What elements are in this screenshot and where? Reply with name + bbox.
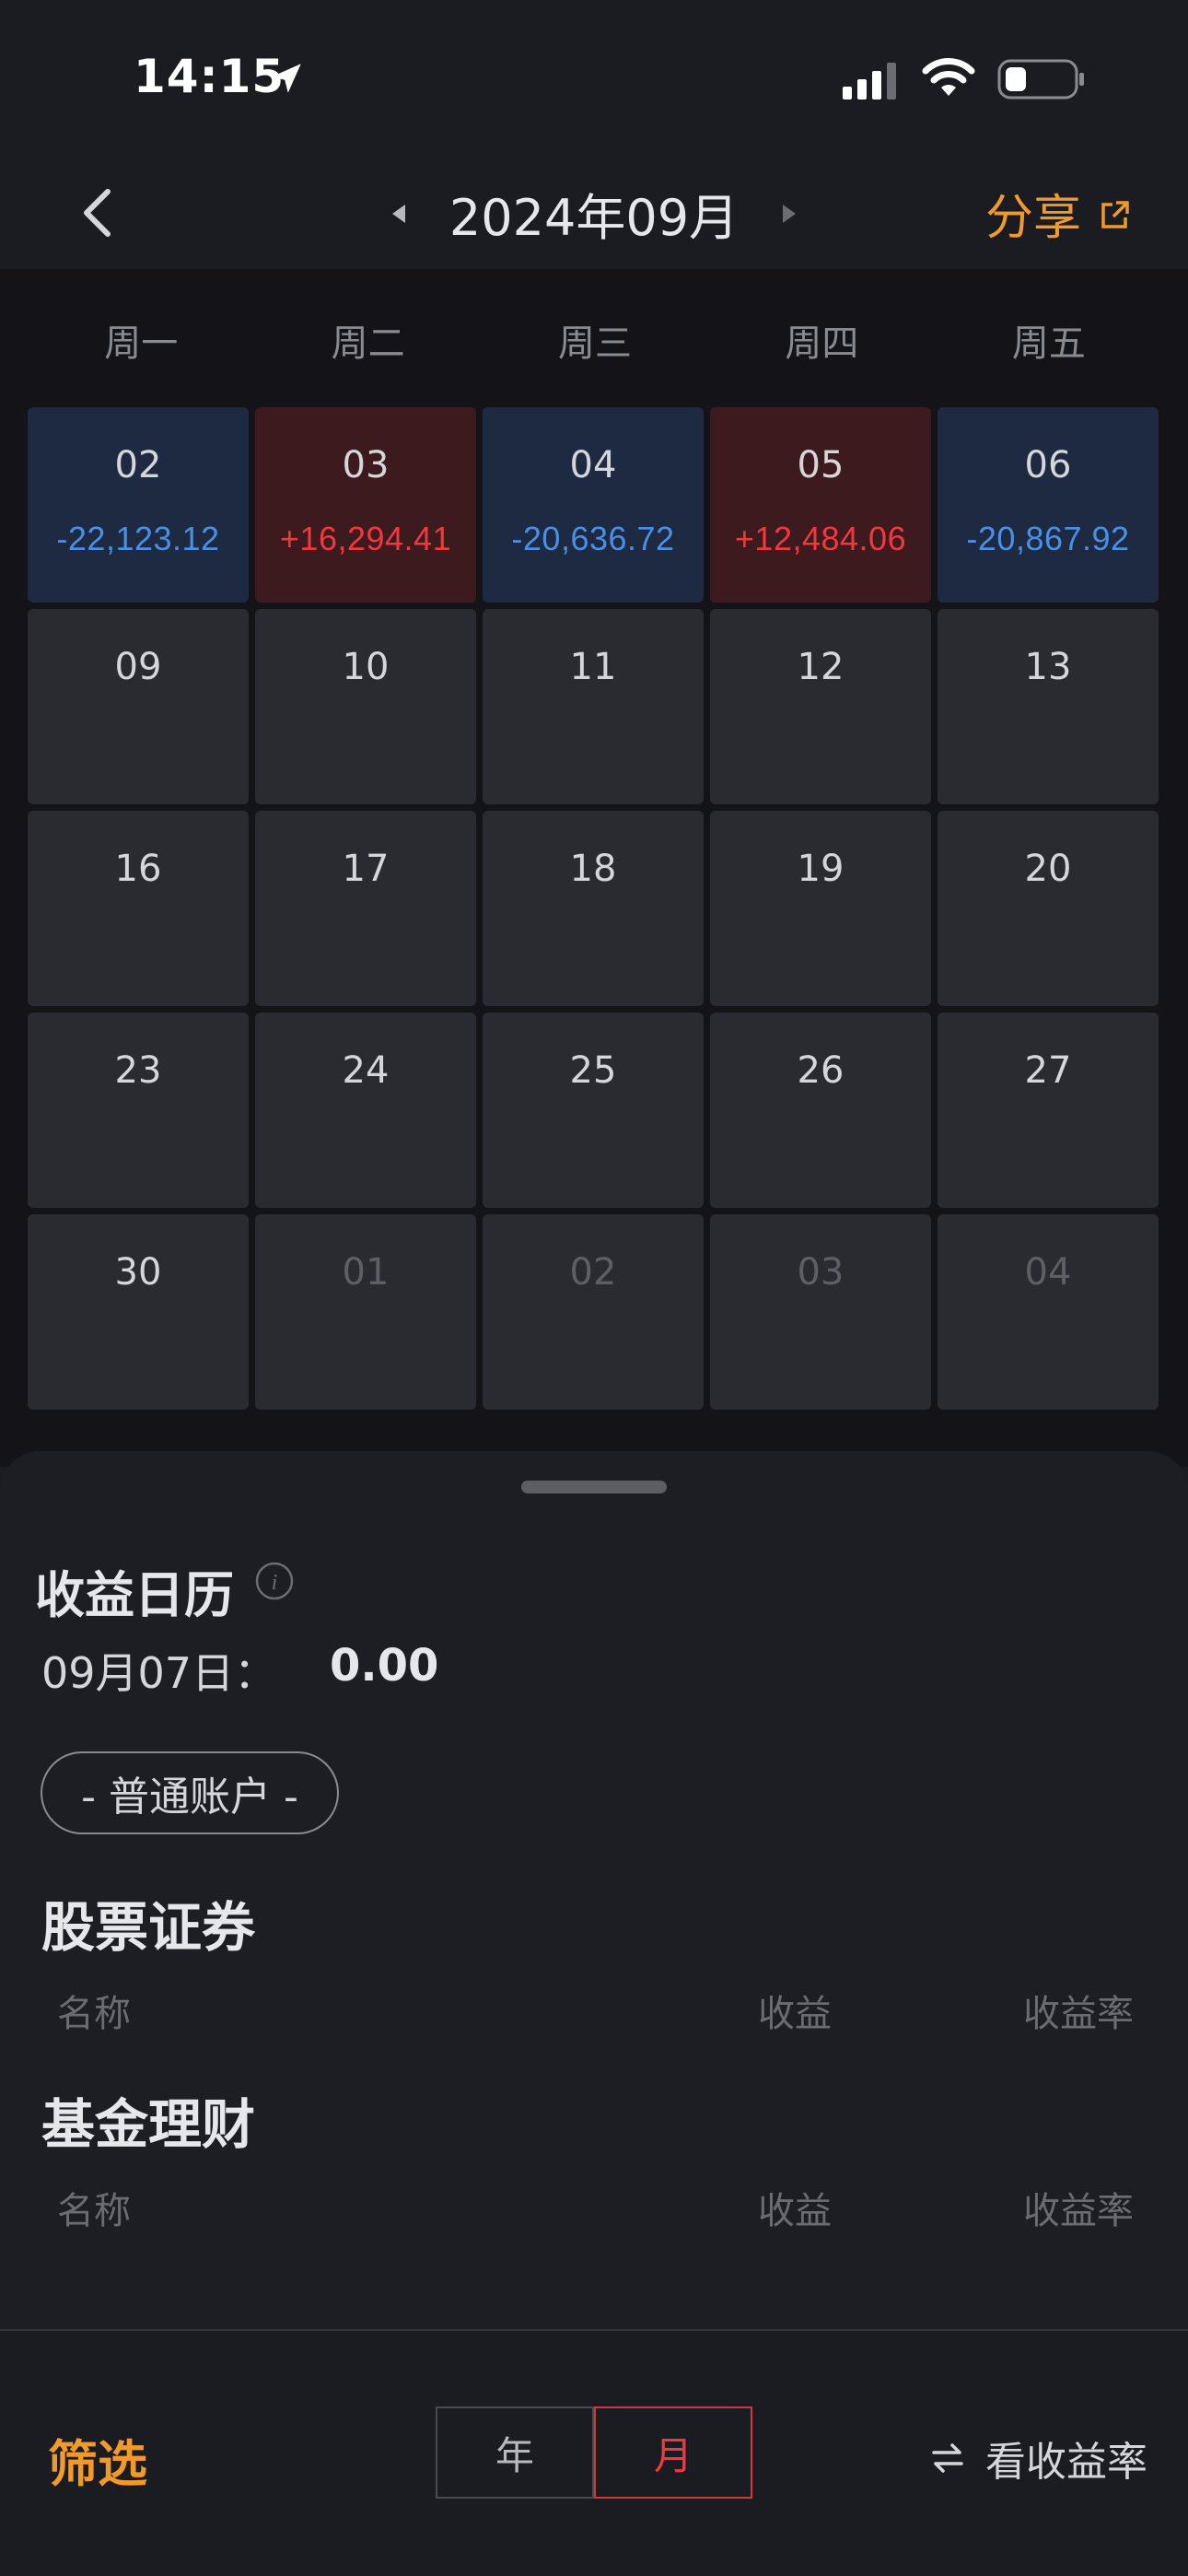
calendar-day-number: 04 — [1024, 1251, 1072, 1294]
month-toggle[interactable]: 月 — [594, 2406, 752, 2499]
funds-col-rate[interactable]: 收益率 — [1023, 2181, 1134, 2234]
calendar-day-cell[interactable]: 02 — [483, 1214, 704, 1410]
svg-text:i: i — [272, 1571, 278, 1595]
sheet-title: 收益日历 — [35, 1566, 234, 1624]
bottom-toolbar: 筛选 年 月 看收益率 — [0, 2329, 1188, 2576]
calendar-day-number: 02 — [114, 444, 162, 486]
selected-date-profit: 0.00 — [330, 1640, 439, 1692]
calendar-day-cell[interactable]: 18 — [483, 811, 704, 1006]
calendar-day-cell[interactable]: 03 — [710, 1214, 931, 1410]
stocks-col-name: 名称 — [57, 1993, 131, 2035]
calendar-day-profit: +12,484.06 — [734, 520, 907, 557]
weekday-label: 周三 — [558, 322, 633, 365]
calendar-day-number: 09 — [114, 646, 162, 688]
calendar-day-number: 20 — [1024, 848, 1072, 890]
battery-icon — [997, 59, 1084, 100]
swap-arrows-icon — [932, 2443, 963, 2473]
calendar-day-profit: +16,294.41 — [279, 520, 452, 557]
calendar-day-number: 18 — [569, 848, 617, 890]
info-icon[interactable]: i — [253, 1560, 296, 1602]
share-label: 分享 — [985, 191, 1082, 246]
calendar-day-number: 03 — [797, 1251, 844, 1294]
calendar-day-cell[interactable]: 13 — [938, 609, 1159, 804]
calendar-day-cell[interactable]: 17 — [255, 811, 476, 1006]
back-arrow-icon[interactable] — [66, 181, 131, 245]
calendar-day-cell[interactable]: 01 — [255, 1214, 476, 1410]
calendar-day-cell[interactable]: 05 +12,484.06 — [710, 407, 931, 603]
weekday-label: 周一 — [104, 322, 179, 365]
calendar-day-cell[interactable]: 12 — [710, 609, 931, 804]
calendar-day-cell[interactable]: 27 — [938, 1013, 1159, 1208]
calendar-day-cell[interactable]: 02 -22,123.12 — [28, 407, 249, 603]
calendar-day-cell[interactable]: 11 — [483, 609, 704, 804]
calendar-day-number: 27 — [1024, 1049, 1072, 1092]
profit-sheet: 收益日历 i 09月07日： 0.00 - 普通账户 - 股票证券 名称 收益 … — [0, 1451, 1188, 2336]
calendar-day-cell[interactable]: 23 — [28, 1013, 249, 1208]
calendar-day-number: 25 — [569, 1049, 617, 1092]
year-toggle[interactable]: 年 — [436, 2406, 594, 2499]
calendar-day-profit: -22,123.12 — [56, 520, 220, 557]
stocks-col-rate[interactable]: 收益率 — [1023, 1984, 1134, 2037]
calendar-day-cell[interactable]: 04 -20,636.72 — [483, 407, 704, 603]
status-bar: 14:15 — [0, 0, 1188, 157]
funds-title: 基金理财 — [41, 2093, 256, 2156]
funds-col-profit[interactable]: 收益 — [758, 2181, 832, 2234]
calendar-day-number: 30 — [114, 1251, 162, 1294]
calendar-day-cell[interactable]: 19 — [710, 811, 931, 1006]
selected-date: 09月07日： — [41, 1648, 277, 1698]
calendar-day-number: 06 — [1024, 444, 1072, 486]
weekday-header: 周一 周二 周三 周四 周五 — [28, 313, 1162, 367]
weekday-label: 周五 — [1011, 322, 1086, 365]
weekday-label: 周二 — [331, 322, 405, 365]
funds-col-name: 名称 — [57, 2190, 131, 2232]
calendar-day-cell[interactable]: 25 — [483, 1013, 704, 1208]
external-share-icon — [1101, 200, 1129, 228]
calendar-day-cell[interactable]: 10 — [255, 609, 476, 804]
next-month-icon[interactable] — [775, 197, 803, 230]
stocks-col-profit[interactable]: 收益 — [758, 1984, 832, 2037]
view-rate-label: 看收益率 — [985, 2439, 1147, 2486]
calendar-day-number: 11 — [569, 646, 617, 688]
calendar-day-number: 26 — [797, 1049, 844, 1092]
calendar-day-number: 02 — [569, 1251, 617, 1294]
calendar-day-profit: -20,636.72 — [511, 520, 675, 557]
view-rate-button[interactable]: 看收益率 — [930, 2429, 1147, 2488]
calendar-day-number: 16 — [114, 848, 162, 890]
prev-month-icon[interactable] — [385, 197, 413, 230]
account-selector[interactable]: - 普通账户 - — [41, 1751, 339, 1834]
calendar-day-number: 05 — [797, 444, 844, 486]
calendar-day-number: 17 — [342, 848, 390, 890]
calendar-day-cell[interactable]: 24 — [255, 1013, 476, 1208]
sheet-drag-handle[interactable] — [521, 1481, 667, 1493]
status-time: 14:15 — [134, 50, 285, 103]
calendar-day-cell[interactable]: 16 — [28, 811, 249, 1006]
calendar-day-number: 10 — [342, 646, 390, 688]
location-arrow-icon — [272, 64, 301, 93]
wifi-icon — [922, 58, 975, 96]
calendar-day-number: 03 — [342, 444, 390, 486]
calendar-day-cell[interactable]: 09 — [28, 609, 249, 804]
calendar: 周一 周二 周三 周四 周五 02 -22,123.12 03 +16,294.41 0… — [0, 269, 1188, 1467]
calendar-day-number: 04 — [569, 444, 617, 486]
nav-bar: 2024年09月 分享 — [0, 157, 1188, 269]
calendar-day-number: 19 — [797, 848, 844, 890]
calendar-day-cell[interactable]: 04 — [938, 1214, 1159, 1410]
cellular-signal-icon — [843, 63, 896, 100]
calendar-day-cell[interactable]: 06 -20,867.92 — [938, 407, 1159, 603]
calendar-day-number: 24 — [342, 1049, 390, 1092]
calendar-day-number: 12 — [797, 646, 844, 688]
month-title: 2024年09月 — [448, 189, 740, 247]
calendar-day-cell[interactable]: 20 — [938, 811, 1159, 1006]
calendar-day-cell[interactable]: 26 — [710, 1013, 931, 1208]
share-button[interactable]: 分享 — [985, 179, 1131, 248]
calendar-day-cell[interactable]: 03 +16,294.41 — [255, 407, 476, 603]
filter-button[interactable]: 筛选 — [48, 2423, 147, 2496]
calendar-day-cell[interactable]: 30 — [28, 1214, 249, 1410]
calendar-day-number: 23 — [114, 1049, 162, 1092]
stocks-title: 股票证券 — [41, 1896, 256, 1959]
calendar-day-number: 13 — [1024, 646, 1072, 688]
calendar-day-number: 01 — [342, 1251, 390, 1294]
weekday-label: 周四 — [785, 322, 859, 365]
calendar-day-profit: -20,867.92 — [966, 520, 1130, 557]
